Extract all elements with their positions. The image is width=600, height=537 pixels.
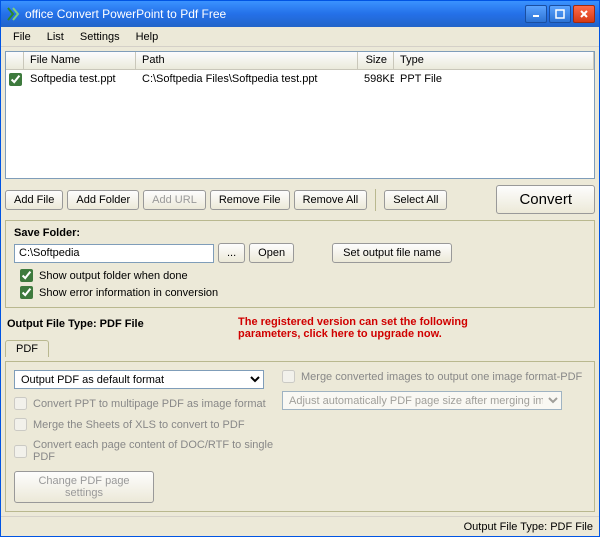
action-button-row: Add File Add Folder Add URL Remove File … [5,183,595,216]
set-output-name-button[interactable]: Set output file name [332,243,452,263]
divider [375,189,376,211]
show-error-info-checkbox[interactable] [20,286,33,299]
file-list: File Name Path Size Type Softpedia test.… [5,51,595,179]
add-folder-button[interactable]: Add Folder [67,190,139,210]
menu-help[interactable]: Help [128,29,167,45]
show-output-folder-checkbox[interactable] [20,269,33,282]
merge-xls-checkbox [14,418,27,431]
content-area: File Name Path Size Type Softpedia test.… [1,47,599,516]
close-button[interactable] [573,5,595,23]
pdf-tab-panel: Output PDF as default format Convert PPT… [5,361,595,512]
col-check[interactable] [6,52,24,69]
maximize-button[interactable] [549,5,571,23]
convert-doc-rtf-label: Convert each page content of DOC/RTF to … [33,439,274,463]
menu-list[interactable]: List [39,29,72,45]
save-folder-input[interactable] [14,244,214,263]
file-list-header: File Name Path Size Type [6,52,594,70]
window-buttons [525,5,595,23]
save-folder-legend: Save Folder: [14,227,586,239]
merge-converted-label: Merge converted images to output one ima… [301,371,582,383]
output-type-row: Output File Type: PDF File The registere… [5,312,595,336]
add-url-button: Add URL [143,190,206,210]
browse-button[interactable]: ... [218,243,245,263]
menu-settings[interactable]: Settings [72,29,128,45]
table-row[interactable]: Softpedia test.ppt C:\Softpedia Files\So… [6,70,594,88]
cell-type: PPT File [394,72,594,86]
convert-doc-rtf-checkbox [14,445,27,458]
output-type-label: Output File Type: PDF File [5,312,230,336]
cell-path: C:\Softpedia Files\Softpedia test.ppt [136,72,358,86]
tab-pdf[interactable]: PDF [5,340,49,357]
col-type[interactable]: Type [394,52,594,69]
default-format-select[interactable]: Output PDF as default format [14,370,264,389]
titlebar: office Convert PowerPoint to Pdf Free [1,1,599,27]
open-folder-button[interactable]: Open [249,243,294,263]
convert-ppt-multipage-label: Convert PPT to multipage PDF as image fo… [33,398,266,410]
upgrade-notice[interactable]: The registered version can set the follo… [238,316,468,340]
app-window: office Convert PowerPoint to Pdf Free Fi… [0,0,600,537]
convert-ppt-multipage-checkbox [14,397,27,410]
cell-filename: Softpedia test.ppt [24,72,136,86]
minimize-button[interactable] [525,5,547,23]
col-path[interactable]: Path [136,52,358,69]
add-file-button[interactable]: Add File [5,190,63,210]
col-size[interactable]: Size [358,52,394,69]
remove-file-button[interactable]: Remove File [210,190,290,210]
statusbar-text: Output File Type: PDF File [464,521,593,533]
save-folder-fieldset: Save Folder: ... Open Set output file na… [5,220,595,308]
show-error-info-label: Show error information in conversion [39,287,218,299]
adjust-auto-select: Adjust automatically PDF page size after… [282,391,562,410]
col-filename[interactable]: File Name [24,52,136,69]
show-output-folder-label: Show output folder when done [39,270,188,282]
merge-xls-label: Merge the Sheets of XLS to convert to PD… [33,419,245,431]
remove-all-button[interactable]: Remove All [294,190,368,210]
select-all-button[interactable]: Select All [384,190,447,210]
statusbar: Output File Type: PDF File [1,516,599,536]
change-pdf-settings-button: Change PDF page settings [14,471,154,503]
convert-button[interactable]: Convert [496,185,595,214]
merge-converted-checkbox [282,370,295,383]
pdf-tabs: PDF [5,340,595,357]
cell-size: 598KB [358,72,394,86]
row-checkbox[interactable] [9,73,22,86]
window-title: office Convert PowerPoint to Pdf Free [25,7,525,21]
app-icon [5,6,21,22]
file-list-body[interactable]: Softpedia test.ppt C:\Softpedia Files\So… [6,70,594,178]
menu-file[interactable]: File [5,29,39,45]
menubar: File List Settings Help [1,27,599,47]
